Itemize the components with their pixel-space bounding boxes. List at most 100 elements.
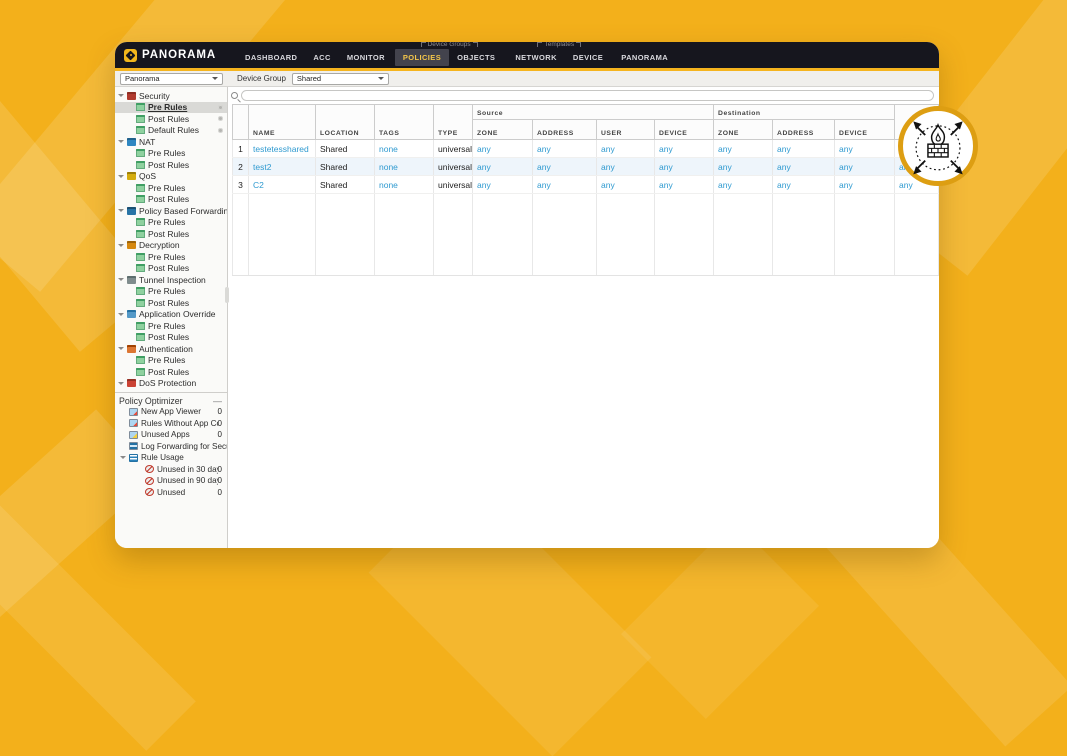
search-icon: [231, 92, 238, 99]
po-item-rules-without-app-controls[interactable]: Rules Without App Controls 0: [115, 418, 227, 430]
firewall-scaling-badge: [898, 106, 978, 186]
src-device-cell: any: [654, 139, 715, 158]
dst-address-cell: any: [772, 175, 836, 194]
po-item-new-app-viewer[interactable]: New App Viewer 0: [115, 406, 227, 418]
panel-collapse-handle[interactable]: [225, 287, 229, 303]
rule-name-cell: C2: [248, 175, 316, 194]
tree-section-nat[interactable]: NAT: [115, 136, 227, 148]
tree-section-pbf[interactable]: Policy Based Forwarding: [115, 205, 227, 217]
tab-objects[interactable]: OBJECTS: [449, 49, 503, 66]
rules-table-icon: [136, 218, 145, 227]
table-empty-area: [232, 193, 939, 276]
tab-network[interactable]: NETWORK: [507, 49, 565, 66]
tree-item-tunnel-pre-rules[interactable]: Pre Rules: [115, 286, 227, 298]
column-header-name[interactable]: NAME: [248, 104, 316, 140]
column-header-dst-device[interactable]: DEVICE: [834, 119, 896, 140]
rules-table-icon: [136, 356, 145, 365]
tree-item-nat-pre-rules[interactable]: Pre Rules: [115, 148, 227, 160]
tab-dashboard[interactable]: DASHBOARD: [237, 49, 305, 66]
column-header-tags[interactable]: TAGS: [374, 104, 434, 140]
tree-section-authentication[interactable]: Authentication: [115, 343, 227, 355]
tree-section-qos[interactable]: QoS: [115, 171, 227, 183]
column-header-src-zone[interactable]: ZONE: [472, 119, 533, 140]
dst-zone-cell: any: [713, 175, 774, 194]
tree-item-security-post-rules[interactable]: Post Rules: [115, 113, 227, 125]
rule-usage-icon: [129, 453, 138, 462]
po-item-unused-90-days[interactable]: Unused in 90 days 0: [115, 475, 227, 487]
tab-panorama[interactable]: PANORAMA: [613, 49, 676, 66]
policy-tree: Security Pre Rules Post Rules Default Ru…: [115, 87, 227, 392]
tree-item-security-default-rules[interactable]: Default Rules: [115, 125, 227, 137]
dst-address-cell: any: [772, 157, 836, 176]
tree-section-decryption[interactable]: Decryption: [115, 240, 227, 252]
log-forwarding-icon: [129, 442, 138, 451]
po-item-unused[interactable]: Unused 0: [115, 487, 227, 499]
tree-item-pbf-pre-rules[interactable]: Pre Rules: [115, 217, 227, 229]
chevron-down-icon: [118, 347, 124, 351]
column-header-src-device[interactable]: DEVICE: [653, 119, 715, 140]
tunnel-inspection-icon: [127, 275, 136, 284]
tree-item-appoverride-pre-rules[interactable]: Pre Rules: [115, 320, 227, 332]
tree-item-pbf-post-rules[interactable]: Post Rules: [115, 228, 227, 240]
dst-device-cell: any: [834, 175, 896, 194]
tab-policies[interactable]: POLICIES: [394, 49, 450, 66]
po-item-unused-apps[interactable]: Unused Apps 0: [115, 429, 227, 441]
tree-item-auth-pre-rules[interactable]: Pre Rules: [115, 355, 227, 367]
group-header-destination: Destination: [713, 104, 896, 120]
tree-item-auth-post-rules[interactable]: Post Rules: [115, 366, 227, 378]
column-header-src-user[interactable]: USER: [596, 119, 655, 140]
rule-name-link[interactable]: test2: [253, 162, 271, 172]
tags-cell: none: [374, 139, 434, 158]
rules-table-icon: [136, 195, 145, 204]
push-status-icon: [218, 116, 223, 122]
rules-table-icon: [136, 160, 145, 169]
tab-device[interactable]: DEVICE: [565, 49, 611, 66]
column-header-dst-zone[interactable]: ZONE: [713, 119, 774, 140]
tree-section-dos-protection[interactable]: DoS Protection: [115, 378, 227, 390]
src-address-cell: any: [532, 157, 597, 176]
rule-name-link[interactable]: testetesshared: [253, 144, 309, 154]
po-item-rule-usage[interactable]: Rule Usage: [115, 452, 227, 464]
chevron-down-icon: [118, 312, 124, 316]
device-group-select[interactable]: Shared: [291, 72, 389, 85]
chevron-down-icon: [120, 456, 126, 460]
tree-item-tunnel-post-rules[interactable]: Post Rules: [115, 297, 227, 309]
po-item-log-forwarding[interactable]: Log Forwarding for Security Ser: [115, 441, 227, 453]
tree-section-application-override[interactable]: Application Override: [115, 309, 227, 321]
tree-item-security-pre-rules[interactable]: Pre Rules: [115, 101, 227, 113]
rules-table-icon: [136, 183, 145, 192]
dst-address-cell: any: [772, 139, 836, 158]
templates-label: Templates: [535, 42, 583, 48]
application-override-icon: [127, 310, 136, 319]
rules-search-input[interactable]: [241, 90, 934, 101]
app-controls-icon: [129, 419, 138, 428]
tree-item-appoverride-post-rules[interactable]: Post Rules: [115, 332, 227, 344]
rule-name-link[interactable]: C2: [253, 180, 264, 190]
tree-item-nat-post-rules[interactable]: Post Rules: [115, 159, 227, 171]
context-select[interactable]: Panorama: [120, 72, 223, 85]
column-header-location[interactable]: LOCATION: [315, 104, 375, 140]
column-header-dst-address[interactable]: ADDRESS: [772, 119, 836, 140]
tab-acc[interactable]: ACC: [305, 49, 338, 66]
tree-item-qos-post-rules[interactable]: Post Rules: [115, 194, 227, 206]
tree-section-security[interactable]: Security: [115, 90, 227, 102]
chevron-down-icon: [118, 140, 124, 144]
tab-monitor[interactable]: MONITOR: [339, 49, 393, 66]
tree-item-qos-pre-rules[interactable]: Pre Rules: [115, 182, 227, 194]
column-header-src-address[interactable]: ADDRESS: [532, 119, 597, 140]
column-header-type[interactable]: TYPE: [433, 104, 473, 140]
chevron-down-icon: [118, 174, 124, 178]
type-cell: universal: [433, 175, 473, 194]
po-item-unused-30-days[interactable]: Unused in 30 days 0: [115, 464, 227, 476]
group-header-source: Source: [471, 104, 715, 120]
tree-section-tunnel-inspection[interactable]: Tunnel Inspection: [115, 274, 227, 286]
table-row: 2 test2 Shared none universal any any an…: [232, 157, 939, 176]
chevron-down-icon: [212, 77, 218, 80]
push-status-icon: [218, 127, 223, 133]
chevron-down-icon: [118, 381, 124, 385]
minimize-icon[interactable]: —: [213, 396, 222, 405]
tree-item-decryption-post-rules[interactable]: Post Rules: [115, 263, 227, 275]
policy-based-forwarding-icon: [127, 206, 136, 215]
bracket-left-icon: [420, 42, 426, 47]
tree-item-decryption-pre-rules[interactable]: Pre Rules: [115, 251, 227, 263]
